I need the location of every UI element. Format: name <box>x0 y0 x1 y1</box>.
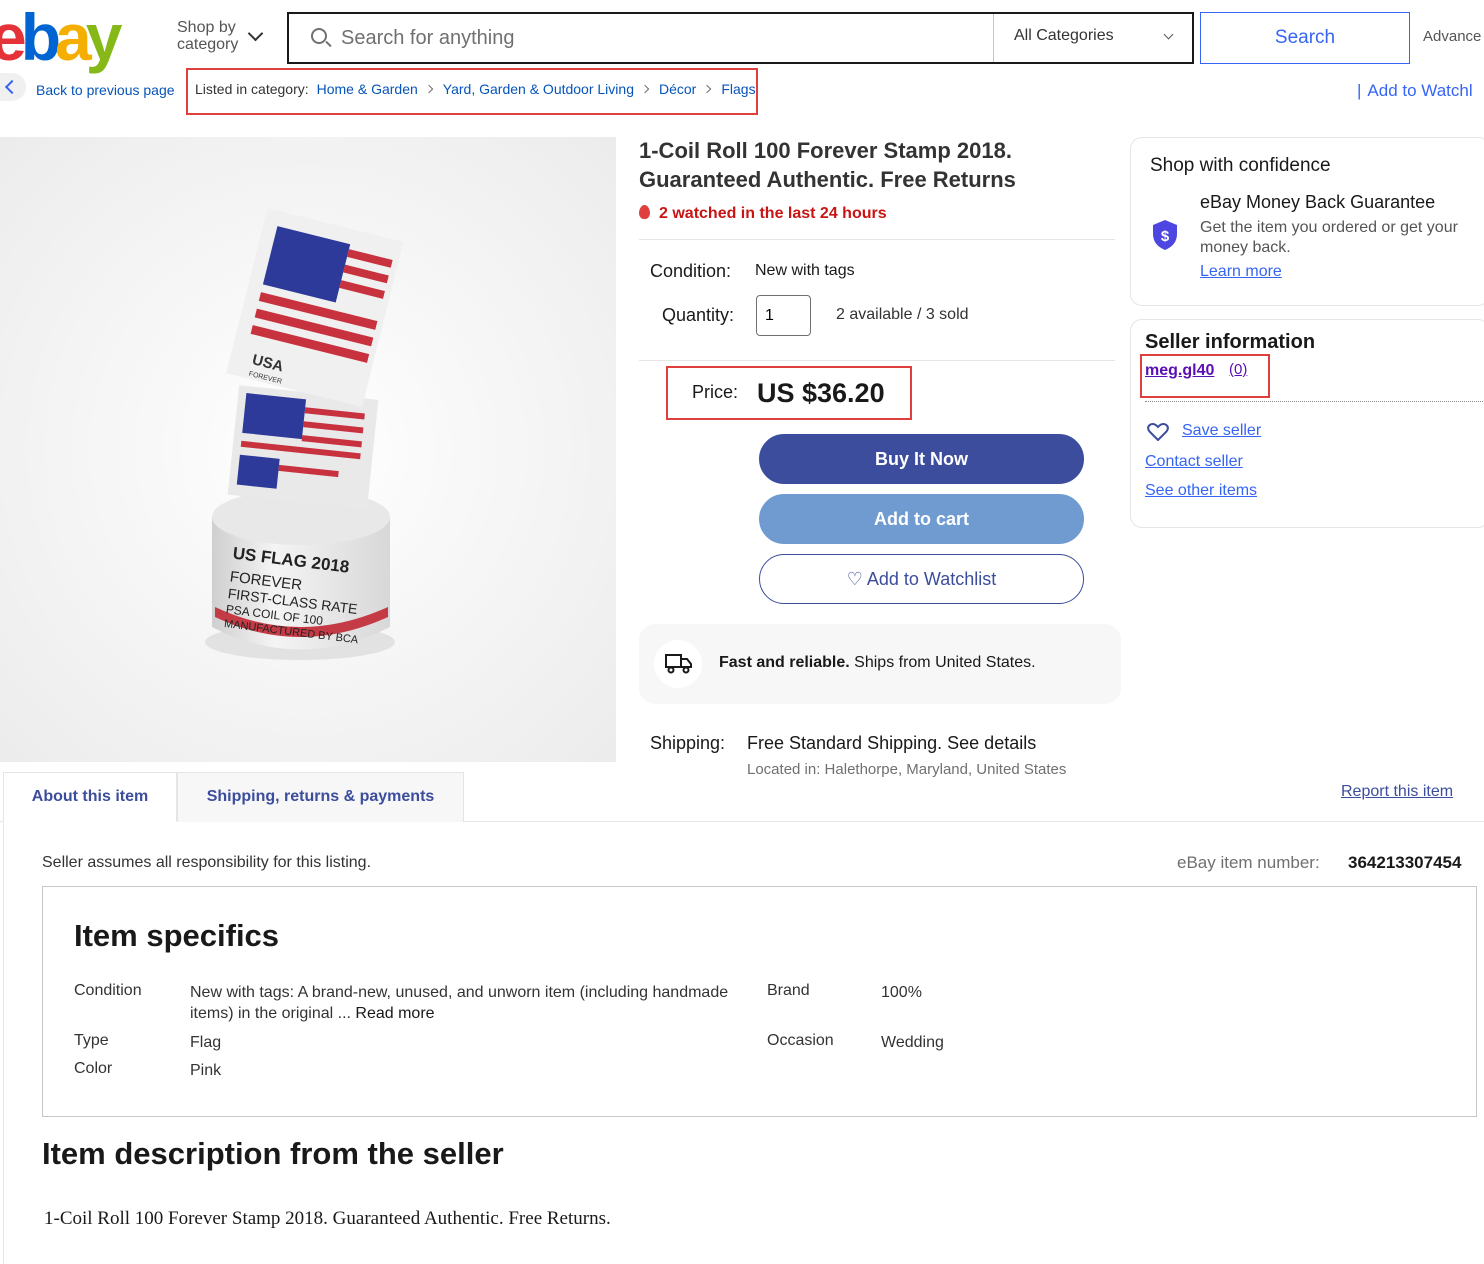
save-seller-link[interactable]: Save seller <box>1182 422 1261 440</box>
seller-feedback-link[interactable]: (0) <box>1229 361 1247 378</box>
divider-bar: | <box>1357 81 1362 100</box>
confidence-heading: Shop with confidence <box>1150 155 1331 176</box>
condition-value: New with tags <box>755 262 855 279</box>
spec-key-type: Type <box>74 1032 109 1049</box>
tab-about-this-item[interactable]: About this item <box>3 772 177 822</box>
divider <box>639 360 1115 361</box>
add-to-watchlist-top-link[interactable]: | Add to Watchl <box>1357 81 1473 101</box>
seller-name-link[interactable]: meg.gl40 <box>1145 362 1214 380</box>
spec-key-occasion: Occasion <box>767 1032 834 1049</box>
content-border <box>3 822 4 1264</box>
product-image[interactable]: USA FOREVER US FLAG 2018 FOREVER FIRST-C… <box>0 137 616 762</box>
seller-heading: Seller information <box>1145 331 1316 353</box>
breadcrumb-label: Listed in category: <box>195 81 309 97</box>
condition-label: Condition: <box>650 261 732 281</box>
shop-by-category-button[interactable]: Shop by category <box>177 19 277 53</box>
dotted-divider <box>1145 401 1484 402</box>
category-select-value: All Categories <box>1014 27 1114 44</box>
shipping-label: Shipping: <box>650 733 726 753</box>
advanced-search-link[interactable]: Advance <box>1423 28 1481 45</box>
see-details-link[interactable]: See details <box>947 733 1036 753</box>
breadcrumb-item-decor[interactable]: Décor <box>659 81 696 97</box>
breadcrumb-item-yard-garden[interactable]: Yard, Garden & Outdoor Living <box>443 81 634 97</box>
buy-it-now-button[interactable]: Buy It Now <box>759 434 1084 484</box>
search-bar: All Categories <box>287 12 1194 64</box>
spec-value-condition: New with tags: A brand-new, unused, and … <box>190 984 729 1022</box>
item-number-value: 364213307454 <box>1348 853 1462 872</box>
ebay-logo[interactable]: ebay <box>0 2 122 72</box>
item-location: Located in: Halethorpe, Maryland, United… <box>747 761 1067 778</box>
svg-text:$: $ <box>1161 228 1170 245</box>
divider <box>639 239 1115 240</box>
money-back-guarantee-title: eBay Money Back Guarantee <box>1200 192 1436 212</box>
contact-seller-link[interactable]: Contact seller <box>1145 453 1243 471</box>
learn-more-link[interactable]: Learn more <box>1200 263 1282 281</box>
spec-key-condition: Condition <box>74 982 142 999</box>
chevron-right-icon <box>424 84 434 94</box>
see-other-items-link[interactable]: See other items <box>1145 482 1257 500</box>
category-select[interactable]: All Categories <box>993 14 1192 62</box>
item-number-label: eBay item number: <box>1177 853 1320 872</box>
quantity-label: Quantity: <box>662 305 735 325</box>
spec-value-occasion: Wedding <box>881 1034 944 1051</box>
truck-icon <box>654 640 702 688</box>
shop-by-category-label: Shop by category <box>177 19 239 53</box>
add-to-cart-button[interactable]: Add to cart <box>759 494 1084 544</box>
chevron-down-icon <box>247 25 264 42</box>
search-input[interactable] <box>341 22 981 54</box>
spec-value-color: Pink <box>190 1062 222 1079</box>
back-arrow-icon[interactable] <box>0 73 26 101</box>
breadcrumb: Listed in category: Home & Garden Yard, … <box>195 81 756 97</box>
chevron-right-icon <box>703 84 712 94</box>
fast-shipping-banner: Fast and reliable. Ships from United Sta… <box>639 624 1121 704</box>
availability-text: 2 available / 3 sold <box>836 306 969 323</box>
shield-dollar-icon: $ <box>1152 219 1178 256</box>
fire-icon <box>639 205 650 219</box>
money-back-guarantee-text: Get the item you ordered or get your mon… <box>1200 219 1458 256</box>
stamp-roll-illustration: USA FOREVER US FLAG 2018 FOREVER FIRST-C… <box>0 137 616 762</box>
item-title: 1-Coil Roll 100 Forever Stamp 2018. Guar… <box>639 138 1016 192</box>
heart-icon: ♡ <box>846 569 867 589</box>
search-icon <box>311 28 327 44</box>
read-more-link[interactable]: Read more <box>355 1005 434 1022</box>
fast-shipping-text: Fast and reliable. Ships from United Sta… <box>719 654 1036 671</box>
price-value: US $36.20 <box>757 378 885 408</box>
price-label: Price: <box>692 382 739 402</box>
chevron-right-icon <box>640 84 650 94</box>
item-specifics-heading: Item specifics <box>74 918 280 953</box>
back-to-previous-page-link[interactable]: Back to previous page <box>36 82 175 98</box>
item-description-text: 1-Coil Roll 100 Forever Stamp 2018. Guar… <box>44 1208 611 1229</box>
breadcrumb-item-flags[interactable]: Flags <box>721 81 755 97</box>
report-this-item-link[interactable]: Report this item <box>1341 783 1453 801</box>
shipping-value: Free Standard Shipping. See details <box>747 733 1037 753</box>
spec-key-brand: Brand <box>767 982 810 999</box>
item-description-heading: Item description from the seller <box>42 1136 504 1171</box>
spec-value-brand: 100% <box>881 984 922 1001</box>
breadcrumb-item-home-garden[interactable]: Home & Garden <box>317 81 418 97</box>
spec-value-type: Flag <box>190 1034 222 1051</box>
add-to-watchlist-button[interactable]: ♡ Add to Watchlist <box>759 554 1084 604</box>
tab-shipping-returns-payments[interactable]: Shipping, returns & payments <box>177 772 464 822</box>
search-button[interactable]: Search <box>1200 12 1410 64</box>
quantity-input[interactable] <box>756 295 811 336</box>
seller-responsibility-text: Seller assumes all responsibility for th… <box>42 854 372 871</box>
watch-activity: 2 watched in the last 24 hours <box>639 205 887 223</box>
heart-icon[interactable] <box>1147 423 1169 446</box>
chevron-down-icon <box>1163 29 1174 40</box>
spec-key-color: Color <box>74 1060 113 1077</box>
